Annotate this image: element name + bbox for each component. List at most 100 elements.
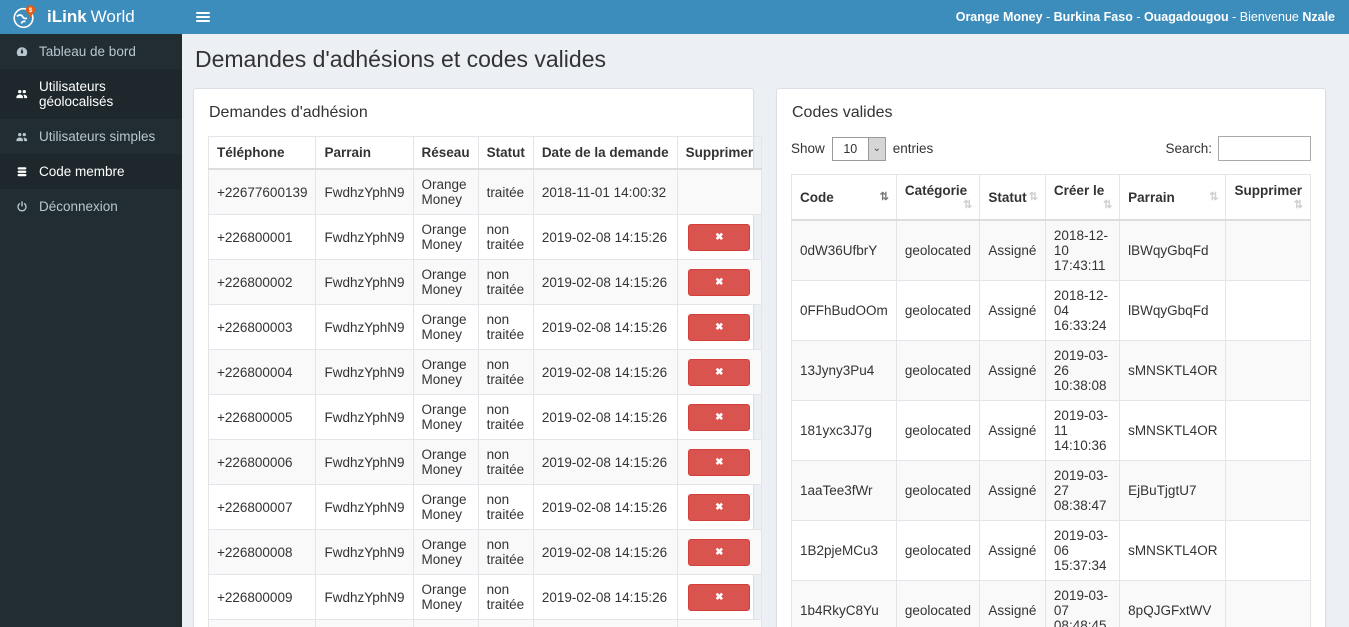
adhesion-panel: Demandes d'adhésion Téléphone Parrain Ré…: [193, 88, 763, 627]
search-label: Search:: [1165, 141, 1212, 156]
cell-code: 0dW36UfbrY: [791, 219, 897, 281]
cell-telephone: +226800003: [207, 304, 317, 350]
sidebar-item-code-membre[interactable]: Code membre: [0, 154, 182, 189]
table-row: 0FFhBudOOm geolocated Assigné 2018-12-04…: [791, 280, 1311, 341]
cell-reseau: Orange Money: [412, 304, 479, 350]
table-row: +226800008 FwdhzYphN9 Orange Money non t…: [207, 529, 763, 575]
sidebar-item-label: Code membre: [39, 164, 125, 179]
cell-parrain: FwdhzYphN9: [315, 349, 414, 395]
delete-row-button[interactable]: ✖: [688, 358, 751, 386]
column-header-categorie[interactable]: Catégorie ⇅: [895, 174, 981, 221]
table-row: +22677600139 FwdhzYphN9 Orange Money tra…: [207, 168, 763, 215]
cell-supprimer: [1225, 520, 1311, 581]
sidebar-item-utilisateurs-geolocalises[interactable]: Utilisateurs géolocalisés: [0, 69, 182, 119]
column-header-code[interactable]: Code ⇅: [791, 174, 897, 221]
cell-telephone: +226800001: [207, 214, 317, 260]
column-header-creer-le[interactable]: Créer le ⇅: [1044, 174, 1121, 221]
delete-row-button[interactable]: ✖: [688, 538, 751, 566]
cell-creer-le: 2018-12-04 16:33:24: [1044, 280, 1121, 341]
globe-pin-icon: $: [13, 5, 36, 29]
user-info-segment: Nzale: [1302, 10, 1335, 24]
cell-reseau: Orange Money: [412, 394, 479, 440]
cell-categorie: geolocated: [895, 219, 981, 281]
cell-telephone: +226800008: [207, 529, 317, 575]
cell-creer-le: 2019-03-11 14:10:36: [1044, 400, 1121, 461]
cell-statut: Assigné: [979, 400, 1046, 461]
cell-supprimer: [1225, 340, 1311, 401]
cell-date: 2019-02-08 14:15:26: [532, 484, 678, 530]
page-title: Demandes d'adhésions et codes valides: [195, 46, 606, 72]
cell-categorie: geolocated: [895, 580, 981, 627]
cell-date: 2019-02-08 14:15:26: [532, 529, 678, 575]
user-info-segment: Orange Money: [955, 10, 1043, 24]
sort-icon: ⇅: [1209, 190, 1218, 203]
user-info-segment: Ouagadougou: [1143, 10, 1229, 24]
cell-supprimer: ✖: [676, 619, 763, 627]
cell-date: 2019-02-08 14:15:26: [532, 349, 678, 395]
cell-parrain: lBWqyGbqFd: [1119, 219, 1227, 281]
table-row: 181yxc3J7g geolocated Assigné 2019-03-11…: [791, 400, 1311, 461]
table-row: +226800004 FwdhzYphN9 Orange Money non t…: [207, 349, 763, 395]
table-row: +226800009 FwdhzYphN9 Orange Money non t…: [207, 574, 763, 620]
users-icon: [16, 132, 28, 141]
cell-creer-le: 2019-03-27 08:38:47: [1044, 460, 1121, 521]
cell-parrain: FwdhzYphN9: [315, 574, 414, 620]
cell-code: 181yxc3J7g: [791, 400, 897, 461]
brand-name-bold: iLink: [47, 7, 87, 26]
codes-table-header-row: Code ⇅ Catégorie ⇅ Statut ⇅ Créer le ⇅ Parra…: [791, 174, 1311, 221]
chevron-down-icon: ⌄: [867, 137, 885, 160]
cell-supprimer: [1225, 400, 1311, 461]
cell-supprimer: ✖: [676, 304, 763, 350]
cell-statut: non traitée: [477, 304, 534, 350]
cell-statut: non traitée: [477, 574, 534, 620]
column-header-statut[interactable]: Statut ⇅: [979, 174, 1046, 221]
brand-logo[interactable]: $ iLink World: [0, 0, 182, 34]
cell-parrain: FwdhzYphN9: [315, 529, 414, 575]
table-row: +226800010 FwdhzYphN9 Orange Money non t…: [207, 619, 763, 627]
delete-row-button[interactable]: ✖: [688, 313, 751, 341]
cell-creer-le: 2018-12-10 17:43:11: [1044, 219, 1121, 281]
cell-telephone: +226800007: [207, 484, 317, 530]
delete-row-button[interactable]: ✖: [688, 448, 751, 476]
column-header-telephone: Téléphone: [207, 136, 317, 170]
adhesion-table-header-row: Téléphone Parrain Réseau Statut Date de …: [207, 136, 763, 170]
cell-parrain: 8pQJGFxtWV: [1119, 580, 1227, 627]
adhesion-table-body: +22677600139 FwdhzYphN9 Orange Money tra…: [207, 168, 763, 627]
cell-statut: non traitée: [477, 349, 534, 395]
cell-reseau: Orange Money: [412, 619, 479, 627]
cell-statut: Assigné: [979, 280, 1046, 341]
cell-supprimer: [1225, 280, 1311, 341]
power-icon: [17, 200, 27, 211]
delete-row-button[interactable]: ✖: [688, 268, 751, 296]
page-size-select[interactable]: 10 ⌄: [831, 136, 886, 161]
cell-supprimer: [676, 168, 763, 215]
sidebar: Tableau de bord Utilisateurs géolocalisé…: [0, 34, 182, 627]
table-row: 1aaTee3fWr geolocated Assigné 2019-03-27…: [791, 460, 1311, 521]
cell-supprimer: [1225, 460, 1311, 521]
cell-parrain: FwdhzYphN9: [315, 304, 414, 350]
database-icon: [17, 166, 27, 176]
delete-row-button[interactable]: ✖: [688, 403, 751, 431]
table-row: +226800005 FwdhzYphN9 Orange Money non t…: [207, 394, 763, 440]
sidebar-item-utilisateurs-simples[interactable]: Utilisateurs simples: [0, 119, 182, 154]
cell-creer-le: 2019-03-26 10:38:08: [1044, 340, 1121, 401]
sort-icon: ⇅: [1102, 199, 1112, 211]
sidebar-item-tableau-de-bord[interactable]: Tableau de bord: [0, 34, 182, 69]
table-row: +226800001 FwdhzYphN9 Orange Money non t…: [207, 214, 763, 260]
codes-table: Code ⇅ Catégorie ⇅ Statut ⇅ Créer le ⇅ Parra…: [791, 174, 1311, 627]
search-input[interactable]: [1218, 136, 1311, 161]
cell-supprimer: ✖: [676, 484, 763, 530]
cell-reseau: Orange Money: [412, 214, 479, 260]
cell-statut: non traitée: [477, 484, 534, 530]
cell-code: 0FFhBudOOm: [791, 280, 897, 341]
column-header-parrain[interactable]: Parrain ⇅: [1119, 174, 1227, 221]
cell-supprimer: ✖: [676, 574, 763, 620]
cell-parrain: FwdhzYphN9: [315, 619, 414, 627]
column-header-supprimer[interactable]: Supprimer ⇅: [1225, 174, 1311, 221]
delete-row-button[interactable]: ✖: [688, 583, 751, 611]
delete-row-button[interactable]: ✖: [688, 223, 751, 251]
sort-icon: ⇅: [1293, 199, 1303, 211]
sidebar-toggle-button[interactable]: [182, 0, 224, 34]
delete-row-button[interactable]: ✖: [688, 493, 751, 521]
sidebar-item-deconnexion[interactable]: Déconnexion: [0, 189, 182, 224]
